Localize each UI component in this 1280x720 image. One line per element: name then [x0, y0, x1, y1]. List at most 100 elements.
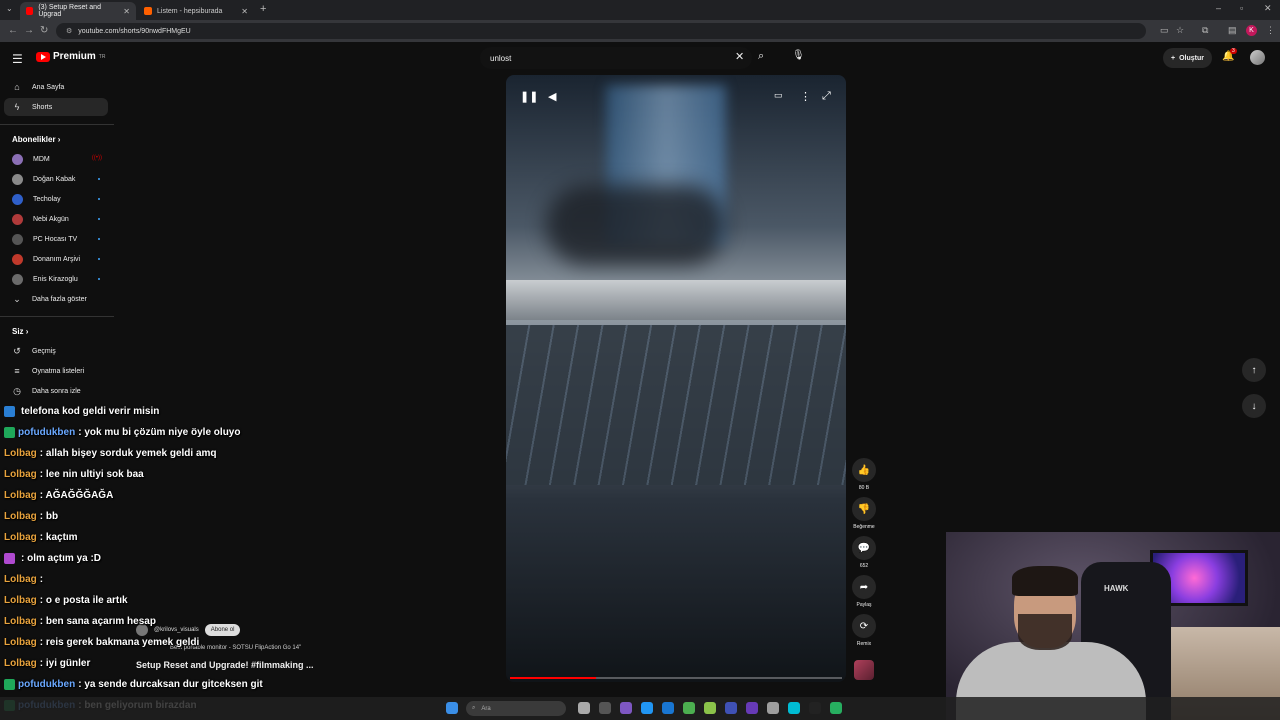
- you-heading[interactable]: Siz ›: [12, 327, 28, 336]
- youtube-favicon-icon: [26, 7, 34, 15]
- maximize-icon[interactable]: ▫: [1240, 3, 1243, 13]
- windows-start-icon[interactable]: [446, 702, 458, 714]
- subscriptions-heading[interactable]: Abonelikler ›: [12, 135, 60, 144]
- taskbar-app-icon[interactable]: [683, 702, 695, 714]
- sidebar-item-label: Shorts: [32, 103, 53, 111]
- sidebar-item-donanim-arsivi[interactable]: Donanım Arşivi: [4, 250, 108, 268]
- extensions-icon[interactable]: ⧉: [1202, 25, 1208, 36]
- shorts-video-player[interactable]: ❚❚ ◀ ▭ ⋮ ⤢: [506, 75, 846, 682]
- sidebar-item-shorts[interactable]: ϟ Shorts: [4, 98, 108, 116]
- taskbar-app-icon[interactable]: [830, 702, 842, 714]
- remix-button[interactable]: ⟳ Remix: [851, 614, 877, 647]
- browser-tab-youtube[interactable]: (3) Setup Reset and Upgrad ✕: [20, 2, 136, 20]
- taskbar-app-icon[interactable]: [767, 702, 779, 714]
- browser-menu-icon[interactable]: ⋮: [1266, 25, 1275, 36]
- sidebar-item-nebi-akgun[interactable]: Nebi Akgün: [4, 210, 108, 228]
- chat-text: : o e posta ile artık: [39, 595, 128, 606]
- clear-search-icon[interactable]: ✕: [735, 50, 744, 63]
- tab-title: Listem - hepsiburada: [157, 7, 223, 15]
- notification-badge: 3: [1230, 48, 1237, 54]
- browser-profile-avatar[interactable]: K: [1246, 25, 1257, 36]
- taskbar-app-icon[interactable]: [599, 702, 611, 714]
- chat-username[interactable]: Lolbag: [4, 511, 37, 522]
- bookmark-star-icon[interactable]: ☆: [1176, 25, 1184, 36]
- chat-username[interactable]: Lolbag: [4, 616, 37, 627]
- tab-search-chevron-icon[interactable]: ⌄: [6, 4, 13, 13]
- previous-short-button[interactable]: ↑: [1242, 358, 1266, 382]
- dislike-label: Beğenme: [853, 524, 875, 530]
- tab-close-icon[interactable]: ✕: [241, 7, 248, 16]
- history-icon: ↺: [13, 345, 21, 356]
- dislike-button[interactable]: 👎 Beğenme: [851, 497, 877, 530]
- back-icon[interactable]: ←: [8, 25, 18, 36]
- chat-username[interactable]: Lolbag: [4, 595, 37, 606]
- comments-button[interactable]: 💬 652: [851, 536, 877, 569]
- chat-username[interactable]: Lolbag: [4, 448, 37, 459]
- like-button[interactable]: 👍 80 B: [851, 458, 877, 491]
- minimize-icon[interactable]: –: [1216, 3, 1221, 13]
- search-icon[interactable]: ⌕: [758, 50, 764, 63]
- address-bar[interactable]: ⚙ youtube.com/shorts/90nwdFHMgEU: [56, 23, 1146, 39]
- sidebar-item-techolay[interactable]: Techolay: [4, 190, 108, 208]
- new-content-dot: [98, 278, 100, 280]
- chat-username[interactable]: pofudukben: [18, 679, 75, 690]
- search-input[interactable]: unlost: [480, 47, 752, 69]
- new-tab-plus-icon[interactable]: +: [260, 3, 266, 15]
- sidebar-item-pc-hocasi[interactable]: PC Hocası TV: [4, 230, 108, 248]
- menu-icon[interactable]: ☰: [12, 52, 23, 66]
- sidebar-icon[interactable]: ▤: [1228, 25, 1237, 36]
- sidebar-item-history[interactable]: ↺ Geçmiş: [4, 342, 108, 360]
- remix-label: Remix: [856, 641, 872, 647]
- captions-icon[interactable]: ▭: [774, 90, 783, 101]
- video-progress-bar[interactable]: [510, 677, 842, 679]
- chat-username[interactable]: Lolbag: [4, 532, 37, 543]
- video-frame-arm: [546, 185, 726, 265]
- taskbar-app-icon[interactable]: [809, 702, 821, 714]
- sidebar-item-enis-kirazoglu[interactable]: Enis Kirazoglu: [4, 270, 108, 288]
- taskbar-app-icon[interactable]: [704, 702, 716, 714]
- reload-icon[interactable]: ↻: [40, 25, 48, 36]
- pause-icon[interactable]: ❚❚: [520, 90, 538, 103]
- sidebar-item-label: Donanım Arşivi: [33, 255, 81, 263]
- taskbar-app-icon[interactable]: [662, 702, 674, 714]
- site-info-icon[interactable]: ⚙: [66, 27, 72, 35]
- browser-toolbar: ← → ↻ ⚙ youtube.com/shorts/90nwdFHMgEU ▭…: [0, 20, 1280, 42]
- chat-username[interactable]: Lolbag: [4, 469, 37, 480]
- taskbar-app-icon[interactable]: [746, 702, 758, 714]
- taskbar-app-icon[interactable]: [620, 702, 632, 714]
- chat-username[interactable]: Lolbag: [4, 658, 37, 669]
- sidebar-show-more[interactable]: ⌄ Daha fazla göster: [4, 290, 108, 308]
- sound-thumbnail[interactable]: [854, 660, 874, 680]
- chat-username[interactable]: Lolbag: [4, 574, 37, 585]
- more-options-icon[interactable]: ⋮: [800, 90, 811, 103]
- microphone-icon[interactable]: 🎙: [792, 50, 805, 61]
- volume-icon[interactable]: ◀: [548, 90, 556, 103]
- chat-username[interactable]: Lolbag: [4, 490, 37, 501]
- chat-username[interactable]: pofudukben: [18, 427, 75, 438]
- sidebar-item-home[interactable]: ⌂ Ana Sayfa: [4, 78, 108, 96]
- forward-icon[interactable]: →: [24, 25, 34, 36]
- stream-chat-overlay: telefona kod geldi verir misin pofudukben…: [0, 386, 420, 720]
- taskbar-app-icon[interactable]: [578, 702, 590, 714]
- fullscreen-icon[interactable]: ⤢: [822, 90, 831, 103]
- account-avatar[interactable]: [1250, 50, 1265, 65]
- taskbar-app-icon[interactable]: [725, 702, 737, 714]
- sidebar-item-dogan-kabak[interactable]: Doğan Kabak: [4, 170, 108, 188]
- taskbar-app-icon[interactable]: [641, 702, 653, 714]
- cast-icon[interactable]: ▭: [1160, 25, 1169, 36]
- chat-username[interactable]: Lolbag: [4, 637, 37, 648]
- sidebar-item-mdm[interactable]: MDM ((•)): [4, 150, 108, 168]
- browser-tab-hepsiburada[interactable]: Listem - hepsiburada ✕: [138, 2, 254, 20]
- sidebar-item-label: Nebi Akgün: [33, 215, 69, 223]
- taskbar-app-icon[interactable]: [788, 702, 800, 714]
- taskbar-search[interactable]: ⌕ Ara: [466, 701, 566, 716]
- tab-close-icon[interactable]: ✕: [123, 7, 130, 16]
- create-button[interactable]: + Oluştur: [1163, 48, 1212, 68]
- window-close-icon[interactable]: ✕: [1264, 3, 1272, 14]
- chat-text: : ya sende durcaksan dur gitceksen git: [78, 679, 263, 690]
- streamer-beard: [1018, 614, 1072, 650]
- share-button[interactable]: ➦ Paylaş: [851, 575, 877, 608]
- next-short-button[interactable]: ↓: [1242, 394, 1266, 418]
- youtube-premium-logo[interactable]: Premium TR: [36, 51, 105, 62]
- sidebar-item-playlists[interactable]: ≡ Oynatma listeleri: [4, 362, 108, 380]
